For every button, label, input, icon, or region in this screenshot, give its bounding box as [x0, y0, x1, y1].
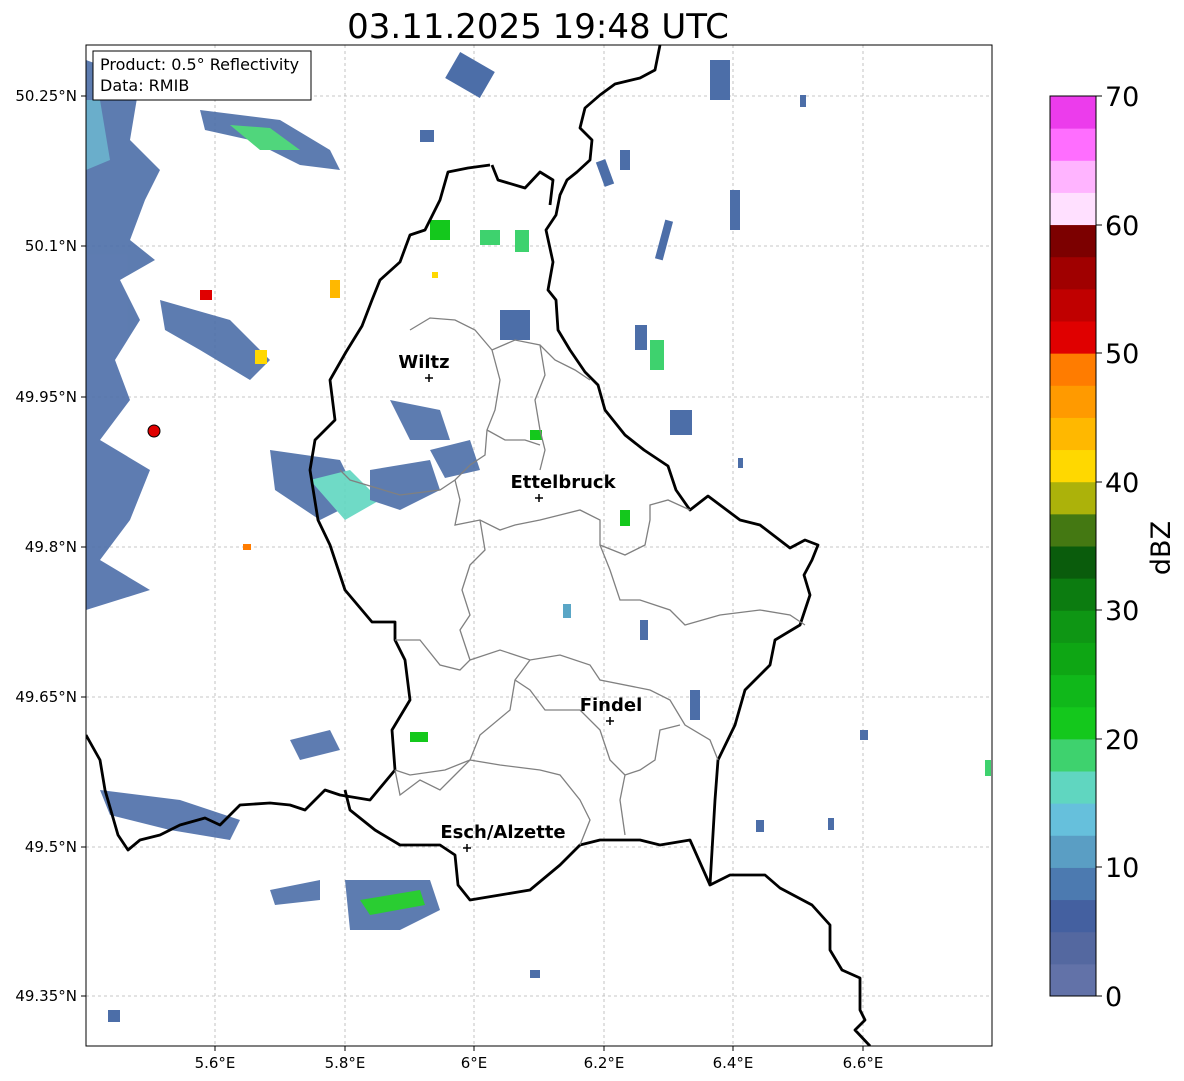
colorbar-swatch: [1050, 192, 1096, 226]
colorbar-swatch: [1050, 288, 1096, 322]
colorbar-tick-label: 0: [1105, 982, 1122, 1013]
colorbar-swatch: [1050, 931, 1096, 965]
colorbar: 70 60 50 40 30 20 10 0 dBZ: [1049, 82, 1177, 1013]
colorbar-swatch: [1050, 642, 1096, 676]
lat-tick-label: 49.8°N: [25, 538, 77, 556]
lat-axis: 50.25°N 50.1°N 49.95°N 49.8°N 49.65°N 49…: [15, 87, 86, 1005]
colorbar-swatch: [1050, 128, 1096, 161]
lat-tick-label: 50.1°N: [25, 237, 77, 255]
colorbar-swatch: [1050, 96, 1096, 129]
colorbar-swatch: [1050, 481, 1096, 515]
colorbar-ticks: [1096, 95, 1102, 997]
lat-tick-label: 49.5°N: [25, 838, 77, 856]
colorbar-swatch: [1050, 899, 1096, 933]
colorbar-swatch: [1050, 771, 1096, 804]
colorbar-swatch: [1050, 610, 1096, 643]
colorbar-swatch: [1050, 256, 1096, 290]
colorbar-swatch: [1050, 867, 1096, 901]
colorbar-swatch: [1050, 353, 1096, 386]
lon-tick-label: 6°E: [461, 1054, 488, 1072]
colorbar-tick-label: 70: [1105, 82, 1139, 113]
lon-tick-label: 6.4°E: [713, 1054, 754, 1072]
colorbar-swatch: [1050, 546, 1096, 579]
lon-tick-label: 5.6°E: [195, 1054, 236, 1072]
radar-map-figure: 03.11.2025 19:48 UTC Wiltz Ettelbruck Fi…: [15, 7, 1177, 1072]
info-product: Product: 0.5° Reflectivity: [100, 55, 299, 74]
lon-axis: 5.6°E 5.8°E 6°E 6.2°E 6.4°E 6.6°E: [195, 1046, 884, 1072]
colorbar-swatch: [1050, 706, 1096, 740]
colorbar-swatch: [1050, 738, 1096, 772]
colorbar-tick-label: 60: [1105, 211, 1139, 242]
colorbar-swatch: [1050, 578, 1096, 611]
colorbar-swatch: [1050, 449, 1096, 483]
colorbar-swatch: [1050, 385, 1096, 418]
lat-tick-label: 49.95°N: [15, 388, 77, 406]
info-box: Product: 0.5° Reflectivity Data: RMIB: [92, 50, 312, 101]
colorbar-swatch: [1050, 417, 1096, 451]
colorbar-swatches: [1050, 96, 1096, 997]
lat-tick-label: 49.35°N: [15, 987, 77, 1005]
colorbar-swatch: [1050, 835, 1096, 868]
colorbar-swatch: [1050, 674, 1096, 708]
radar-site-marker: [147, 424, 161, 438]
lat-tick-label: 50.25°N: [15, 87, 77, 105]
colorbar-tick-label: 10: [1105, 853, 1139, 884]
city-label-esch-alzette: Esch/Alzette: [440, 822, 565, 843]
map-panel: Wiltz Ettelbruck Findel Esch/Alzette Pro…: [86, 45, 992, 1046]
lon-tick-label: 5.8°E: [325, 1054, 366, 1072]
lon-tick-label: 6.2°E: [584, 1054, 625, 1072]
colorbar-swatch: [1050, 803, 1096, 836]
lat-tick-label: 49.65°N: [15, 688, 77, 706]
colorbar-swatch: [1050, 224, 1096, 258]
info-source: Data: RMIB: [100, 76, 189, 95]
colorbar-unit-label: dBZ: [1146, 521, 1177, 575]
map-title: 03.11.2025 19:48 UTC: [347, 7, 729, 47]
colorbar-swatch: [1050, 963, 1096, 997]
city-label-wiltz: Wiltz: [398, 352, 449, 373]
lon-tick-label: 6.6°E: [843, 1054, 884, 1072]
colorbar-swatch: [1050, 513, 1096, 547]
colorbar-swatch: [1050, 160, 1096, 193]
colorbar-tick-label: 30: [1105, 596, 1139, 627]
city-label-ettelbruck: Ettelbruck: [510, 472, 616, 493]
colorbar-tick-label: 40: [1105, 468, 1139, 499]
colorbar-swatch: [1050, 321, 1096, 354]
city-label-findel: Findel: [580, 695, 643, 716]
colorbar-tick-label: 50: [1105, 339, 1139, 370]
colorbar-tick-label: 20: [1105, 725, 1139, 756]
